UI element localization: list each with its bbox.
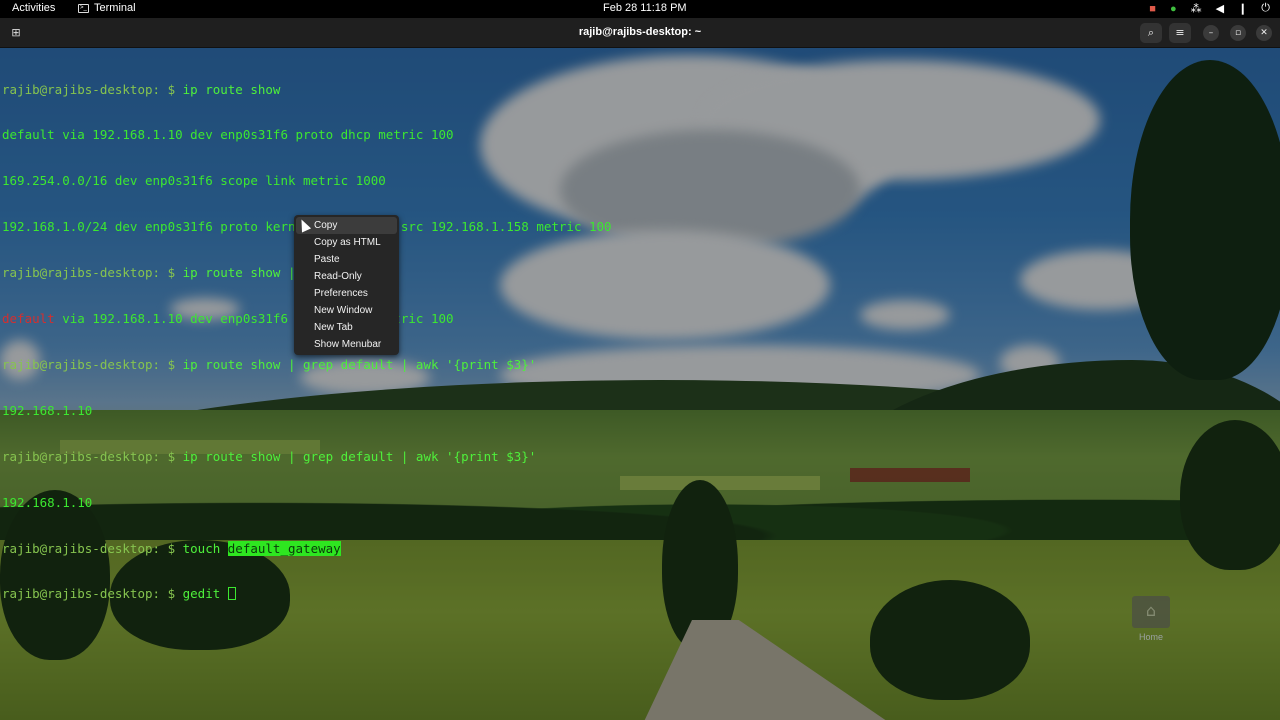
network-icon[interactable]: ⁂ [1191,2,1202,15]
menu-item-paste[interactable]: Paste [294,251,399,268]
terminal-line: 192.168.1.10 [2,494,93,510]
menu-item-new-tab[interactable]: New Tab [294,319,399,336]
terminal-line: rajib@rajibs-desktop: $ ip route show | … [2,265,394,281]
menu-icon[interactable]: ≡ [1169,23,1191,43]
top-bar: Activities >_ Terminal Feb 28 11:18 PM ■… [0,0,1280,18]
terminal-line: default via 192.168.1.10 dev enp0s31f6 p… [2,127,454,143]
menu-item-new-window[interactable]: New Window [294,302,399,319]
volume-icon[interactable]: ◀ [1216,2,1224,15]
terminal-line: rajib@rajibs-desktop: $ ip route show | … [2,356,537,372]
menu-item-copy-as-html[interactable]: Copy as HTML [294,234,399,251]
microphone-icon[interactable]: ❙ [1238,2,1247,15]
close-icon[interactable]: ✕ [1256,25,1272,41]
camera-icon[interactable]: ■ [1149,3,1156,15]
terminal-line: 192.168.1.10 [2,402,93,418]
terminal-headerbar: ⊞ rajib@rajibs-desktop: ~ ⌕ ≡ – ▫ ✕ [0,18,1280,48]
terminal-line: 169.254.0.0/16 dev enp0s31f6 scope link … [2,173,386,189]
context-menu: Copy Copy as HTML Paste Read-Only Prefer… [294,215,399,355]
terminal-line: default via 192.168.1.10 dev enp0s31f6 p… [2,311,454,327]
maximize-icon[interactable]: ▫ [1230,25,1246,41]
minimize-icon[interactable]: – [1203,25,1219,41]
terminal-line: 192.168.1.0/24 dev enp0s31f6 proto kerne… [2,219,612,235]
search-icon[interactable]: ⌕ [1140,23,1162,43]
clock[interactable]: Feb 28 11:18 PM [603,2,687,14]
terminal-line: rajib@rajibs-desktop: $ ip route show | … [2,448,537,464]
system-tray[interactable]: ■ ● ⁂ ◀ ❙ ⏻ [1149,2,1270,15]
window-title: rajib@rajibs-desktop: ~ [578,26,702,38]
activities-button[interactable]: Activities [12,2,55,14]
terminal-line: rajib@rajibs-desktop: $ ip route show [2,81,281,97]
text-cursor [227,587,236,601]
terminal-icon: >_ [78,3,89,13]
shield-check-icon[interactable]: ● [1170,3,1177,15]
terminal-output[interactable]: rajib@rajibs-desktop: $ ip route show de… [2,51,1278,617]
terminal-line: rajib@rajibs-desktop: $ touch default_ga… [2,540,341,556]
menu-item-copy[interactable]: Copy [296,217,397,234]
menu-item-read-only[interactable]: Read-Only [294,268,399,285]
desktop-home-shortcut[interactable]: Home [1128,596,1174,642]
home-label: Home [1138,632,1163,642]
power-icon[interactable]: ⏻ [1261,2,1270,15]
terminal-line: rajib@rajibs-desktop: $ gedit [2,586,1278,601]
menu-item-preferences[interactable]: Preferences [294,285,399,302]
grep-match: default [2,311,55,327]
home-folder-icon [1132,596,1170,628]
app-menu-button[interactable]: >_ Terminal [78,2,136,14]
app-name: Terminal [94,2,136,14]
menu-item-show-menubar[interactable]: Show Menubar [294,336,399,353]
selected-text[interactable]: default_gateway [227,540,341,556]
